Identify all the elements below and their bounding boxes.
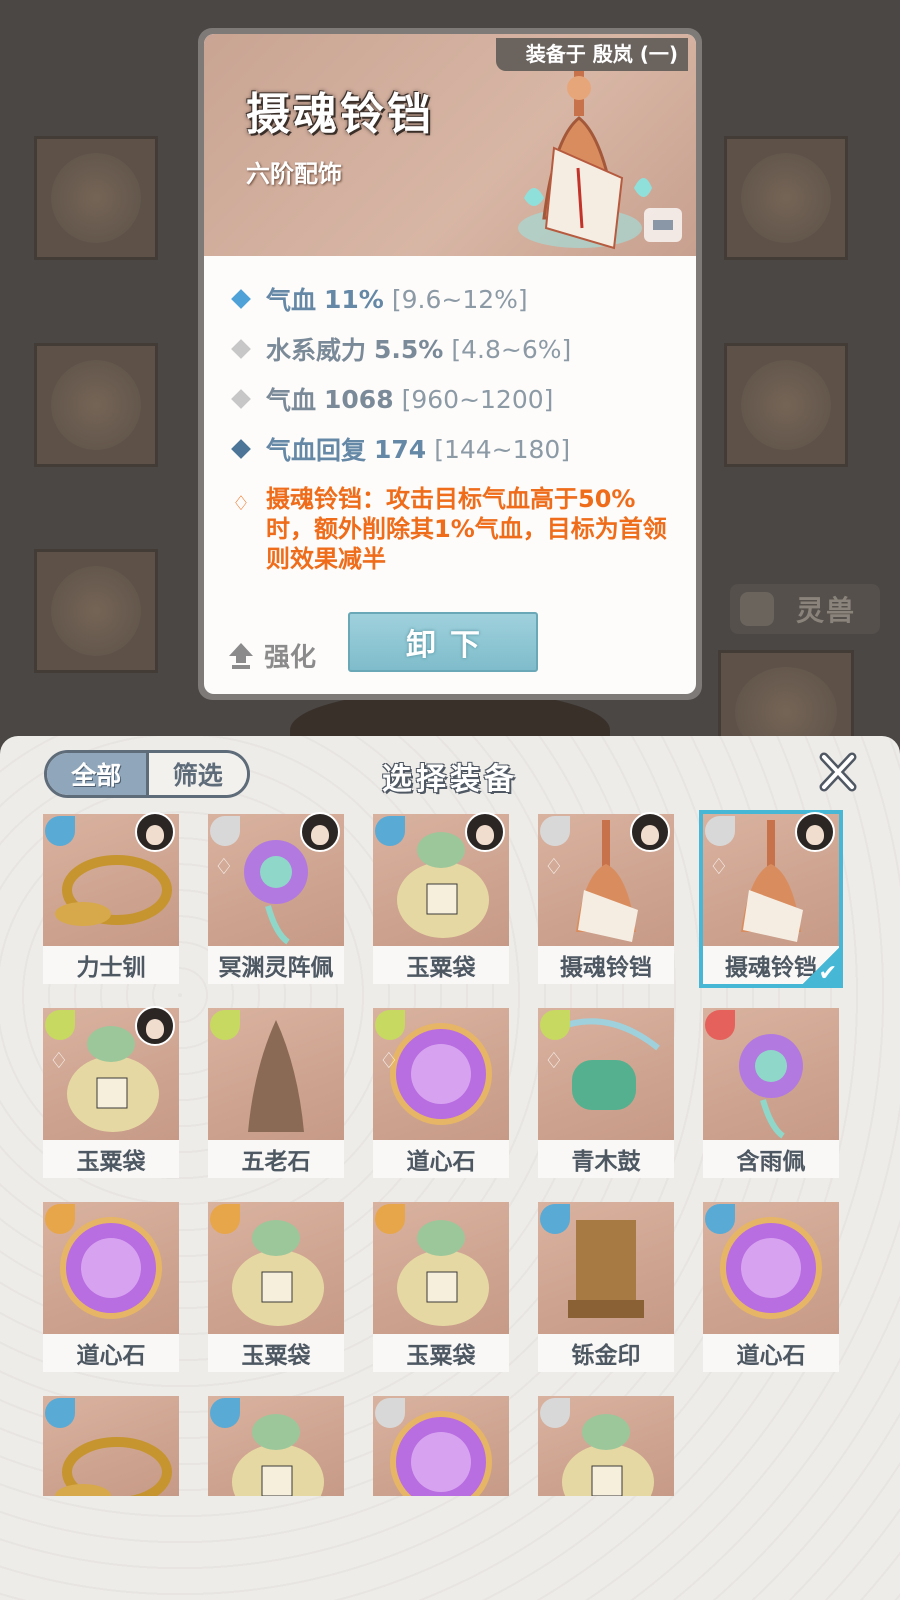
select-equipment-panel: 全部 筛选 选择装备 力士钏 ♢ 冥渊灵阵佩 玉粟袋 ♢ 摄魂铃铛 ♢ 摄魂铃铛 ✔ ♢ 玉粟袋 五老… bbox=[0, 736, 900, 1600]
element-icon bbox=[45, 816, 75, 846]
element-icon bbox=[540, 1398, 570, 1428]
element-icon bbox=[705, 1010, 735, 1040]
diamond-icon bbox=[231, 389, 251, 409]
character-avatar bbox=[300, 812, 340, 852]
equipment-slot[interactable]: 道心石 bbox=[703, 1202, 839, 1372]
element-icon bbox=[45, 1398, 75, 1428]
element-icon bbox=[375, 1204, 405, 1234]
equipment-name: 摄魂铃铛 bbox=[538, 946, 674, 984]
item-stats: 气血 11% [9.6~12%] 水系威力 5.5% [4.8~6%] 气血 1… bbox=[230, 274, 678, 574]
check-icon: ✔ bbox=[795, 948, 843, 988]
special-effect-icon: ♢ bbox=[49, 1049, 69, 1074]
lock-icon[interactable] bbox=[644, 208, 682, 242]
equipment-slot[interactable]: ♢ 冥渊灵阵佩 bbox=[208, 812, 344, 984]
item-header: 装备于 殷岚 (一) 摄魂铃铛 六阶配饰 bbox=[204, 34, 696, 256]
element-icon bbox=[210, 1010, 240, 1040]
equipment-name: 冥渊灵阵佩 bbox=[208, 946, 344, 984]
paw-icon bbox=[740, 592, 774, 626]
equipment-slot[interactable]: ♢ 摄魂铃铛 ✔ bbox=[699, 810, 843, 988]
special-effect-icon: ♢ bbox=[214, 855, 234, 880]
bg-beast-tab[interactable]: 灵兽 bbox=[730, 584, 880, 634]
special-effect-icon: ♢ bbox=[232, 491, 250, 515]
diamond-icon bbox=[231, 289, 251, 309]
equipment-slot[interactable]: 道心石 bbox=[43, 1202, 179, 1372]
special-effect-icon: ♢ bbox=[544, 1049, 564, 1074]
bg-equip-slot-weapon[interactable] bbox=[34, 136, 158, 260]
bg-equip-slot-accessory[interactable] bbox=[724, 136, 848, 260]
equipment-slot[interactable]: ♢ 摄魂铃铛 bbox=[538, 812, 674, 984]
stat-row: 水系威力 5.5% [4.8~6%] bbox=[230, 324, 678, 374]
enhance-button[interactable]: 强化 bbox=[228, 637, 316, 674]
element-icon bbox=[705, 816, 735, 846]
equipment-name: 道心石 bbox=[43, 1334, 179, 1372]
equipment-slot[interactable]: 含雨佩 bbox=[703, 1008, 839, 1178]
equipment-name: 玉粟袋 bbox=[373, 1334, 509, 1372]
equipment-name: 力士钏 bbox=[43, 946, 179, 984]
element-icon bbox=[375, 1010, 405, 1040]
bg-equip-slot-armor[interactable] bbox=[34, 343, 158, 467]
diamond-icon bbox=[231, 439, 251, 459]
equipment-name: 五老石 bbox=[208, 1140, 344, 1178]
equipped-on-label: 装备于 殷岚 (一) bbox=[495, 38, 688, 71]
equipment-name: 玉粟袋 bbox=[43, 1140, 179, 1178]
equipment-slot[interactable]: 五老石 bbox=[208, 1008, 344, 1178]
equipment-name: 青木鼓 bbox=[538, 1140, 674, 1178]
element-icon bbox=[210, 1204, 240, 1234]
element-icon bbox=[45, 1010, 75, 1040]
equipment-slot[interactable]: 玉粟袋 bbox=[373, 1202, 509, 1372]
element-icon bbox=[375, 816, 405, 846]
element-icon bbox=[705, 1204, 735, 1234]
equipment-slot[interactable] bbox=[208, 1396, 344, 1496]
item-subtitle: 六阶配饰 bbox=[246, 160, 342, 188]
equipment-slot[interactable]: 玉粟袋 bbox=[373, 812, 509, 984]
panel-title: 选择装备 bbox=[382, 762, 518, 797]
character-avatar bbox=[630, 812, 670, 852]
equipment-slot[interactable] bbox=[538, 1396, 674, 1496]
special-effect-icon: ♢ bbox=[709, 855, 729, 880]
equipment-name: 含雨佩 bbox=[703, 1140, 839, 1178]
element-icon bbox=[540, 1204, 570, 1234]
equipment-name: 铄金印 bbox=[538, 1334, 674, 1372]
equipment-name: 玉粟袋 bbox=[208, 1334, 344, 1372]
special-effect-icon: ♢ bbox=[544, 855, 564, 880]
element-icon bbox=[540, 1010, 570, 1040]
element-icon bbox=[375, 1398, 405, 1428]
equipment-name: 道心石 bbox=[703, 1334, 839, 1372]
character-avatar bbox=[465, 812, 505, 852]
equipment-slot[interactable]: 力士钏 bbox=[43, 812, 179, 984]
special-effect: ♢ 摄魂铃铛：攻击目标气血高于50%时，额外削除其1%气血，目标为首领则效果减半 bbox=[232, 485, 667, 573]
stat-row: 气血回复 174 [144~180] bbox=[230, 424, 678, 474]
special-effect-icon: ♢ bbox=[379, 1049, 399, 1074]
equipment-slot[interactable]: 铄金印 bbox=[538, 1202, 674, 1372]
character-avatar bbox=[135, 812, 175, 852]
equipment-slot[interactable]: ♢ 青木鼓 bbox=[538, 1008, 674, 1178]
arrow-up-icon bbox=[229, 642, 253, 669]
element-icon bbox=[45, 1204, 75, 1234]
equipment-slot[interactable] bbox=[373, 1396, 509, 1496]
diamond-icon bbox=[231, 339, 251, 359]
item-detail-card: 装备于 殷岚 (一) 摄魂铃铛 六阶配饰 气血 11% [9.6~12%] 水系… bbox=[198, 28, 702, 700]
element-icon bbox=[210, 1398, 240, 1428]
unequip-button[interactable]: 卸下 bbox=[348, 612, 538, 672]
bg-equip-slot-pouch[interactable] bbox=[724, 343, 848, 467]
equipment-name: 玉粟袋 bbox=[373, 946, 509, 984]
element-icon bbox=[540, 816, 570, 846]
equipment-name: 道心石 bbox=[373, 1140, 509, 1178]
stat-row: 气血 11% [9.6~12%] bbox=[230, 274, 678, 324]
equipment-slot[interactable]: ♢ 玉粟袋 bbox=[43, 1006, 179, 1178]
equipment-slot[interactable] bbox=[43, 1396, 179, 1496]
bg-equip-slot-boots[interactable] bbox=[34, 549, 158, 673]
element-icon bbox=[210, 816, 240, 846]
equipment-slot[interactable]: 玉粟袋 bbox=[208, 1202, 344, 1372]
character-avatar bbox=[135, 1006, 175, 1046]
item-title: 摄魂铃铛 bbox=[246, 89, 434, 140]
stat-row: 气血 1068 [960~1200] bbox=[230, 374, 678, 424]
equipment-slot[interactable]: ♢ 道心石 bbox=[373, 1008, 509, 1178]
character-avatar bbox=[795, 812, 835, 852]
close-icon[interactable] bbox=[818, 752, 858, 792]
